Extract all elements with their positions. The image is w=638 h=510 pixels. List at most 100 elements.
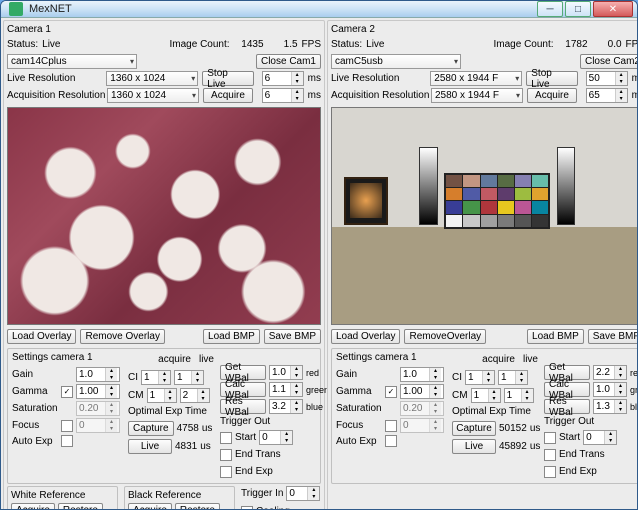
gain-spinner[interactable]: ▴▾ xyxy=(76,367,120,382)
image-count-value: 1435 xyxy=(234,39,264,50)
load-overlay-button[interactable]: Load Overlay xyxy=(331,329,400,344)
focus-checkbox[interactable] xyxy=(61,420,73,432)
camera2-settings: Settings camera 1 Gain ▴▾ Gamma ✓ ▴▾ Sat… xyxy=(331,348,638,484)
stop-live-button[interactable]: Stop Live xyxy=(202,71,253,86)
acquire-button[interactable]: Acquire xyxy=(527,88,577,103)
ci-spinner[interactable]: ▴▾ xyxy=(465,370,495,385)
br-restore-button[interactable]: Restore xyxy=(175,503,220,510)
save-bmp-button[interactable]: Save BMP xyxy=(264,329,321,344)
live-value: 4831 xyxy=(175,441,197,452)
live-header: live xyxy=(199,354,214,365)
capture-button[interactable]: Capture xyxy=(452,421,496,436)
focus-spinner[interactable]: ▴▾ xyxy=(76,418,120,433)
load-bmp-button[interactable]: Load BMP xyxy=(527,329,584,344)
titlebar[interactable]: MexNET ─ □ ✕ xyxy=(1,1,637,18)
acq-res-select[interactable]: 2580 x 1944 F xyxy=(431,88,523,103)
wbal-blue-spinner[interactable]: ▴▾ xyxy=(269,399,303,414)
live-res-select[interactable]: 2580 x 1944 F xyxy=(430,71,522,86)
saturation-label: Saturation xyxy=(336,403,382,414)
start-checkbox[interactable] xyxy=(220,432,232,444)
start-checkbox[interactable] xyxy=(544,432,556,444)
cm-spinner-2[interactable]: ▴▾ xyxy=(504,388,534,403)
close-cam-button[interactable]: Close Cam1 xyxy=(256,54,321,69)
br-acquire-button[interactable]: Acquire xyxy=(128,503,172,510)
start-spinner[interactable]: ▴▾ xyxy=(259,430,293,445)
gain-spinner[interactable]: ▴▾ xyxy=(400,367,444,382)
close-button[interactable]: ✕ xyxy=(593,1,633,17)
status-value: Live xyxy=(42,39,60,50)
wr-acquire-button[interactable]: Acquire xyxy=(11,503,55,510)
gamma-checkbox[interactable]: ✓ xyxy=(61,386,73,398)
capture-unit: us xyxy=(530,423,541,434)
camera2-preview xyxy=(331,107,638,325)
maximize-button[interactable]: □ xyxy=(565,1,591,17)
white-reference-group: White Reference Acquire Restore AcquireL… xyxy=(7,486,118,510)
opt-exp-label: Optimal Exp Time xyxy=(452,406,538,417)
autoexp-checkbox[interactable] xyxy=(61,435,73,447)
cm-label: CM xyxy=(452,390,468,401)
close-cam-button[interactable]: Close Cam2 xyxy=(580,54,638,69)
live-button[interactable]: Live xyxy=(128,439,172,454)
endtrans-checkbox[interactable] xyxy=(220,449,232,461)
live-res-select[interactable]: 1360 x 1024 xyxy=(106,71,198,86)
acq-ms-spinner[interactable]: ▴▾ xyxy=(262,88,304,103)
autoexp-checkbox[interactable] xyxy=(385,435,397,447)
remove-overlay-button[interactable]: RemoveOverlay xyxy=(404,329,486,344)
acq-res-select[interactable]: 1360 x 1024 xyxy=(107,88,199,103)
wbal-red-spinner[interactable]: ▴▾ xyxy=(269,365,303,380)
save-bmp-button[interactable]: Save BMP xyxy=(588,329,638,344)
wbal-blue-spinner[interactable]: ▴▾ xyxy=(593,399,627,414)
acq-ms-spinner[interactable]: ▴▾ xyxy=(586,88,628,103)
wbal-red-spinner[interactable]: ▴▾ xyxy=(593,365,627,380)
live-ms-spinner[interactable]: ▴▾ xyxy=(586,71,628,86)
acq-res-label: Acquisition Resolution xyxy=(331,90,427,101)
camera2-panel: Camera 2 Status: Live Image Count: 1782 … xyxy=(327,20,638,510)
cm-spinner[interactable]: ▴▾ xyxy=(471,388,501,403)
live-button[interactable]: Live xyxy=(452,439,496,454)
endexp-checkbox[interactable] xyxy=(220,466,232,478)
trigger-out-label: Trigger Out xyxy=(544,416,594,427)
load-bmp-button[interactable]: Load BMP xyxy=(203,329,260,344)
focus-spinner[interactable]: ▴▾ xyxy=(400,418,444,433)
endtrans-checkbox[interactable] xyxy=(544,449,556,461)
wbal-green-spinner[interactable]: ▴▾ xyxy=(593,382,627,397)
load-overlay-button[interactable]: Load Overlay xyxy=(7,329,76,344)
ci-spinner-2[interactable]: ▴▾ xyxy=(498,370,528,385)
red-label: red xyxy=(630,368,638,378)
stop-live-button[interactable]: Stop Live xyxy=(526,71,577,86)
acquire-button[interactable]: Acquire xyxy=(203,88,253,103)
saturation-spinner[interactable]: ▴▾ xyxy=(76,401,120,416)
saturation-spinner[interactable]: ▴▾ xyxy=(400,401,444,416)
focus-checkbox[interactable] xyxy=(385,420,397,432)
ci-spinner[interactable]: ▴▾ xyxy=(141,370,171,385)
cm-spinner[interactable]: ▴▾ xyxy=(147,388,177,403)
capture-button[interactable]: Capture xyxy=(128,421,174,436)
endexp-checkbox[interactable] xyxy=(544,466,556,478)
wbal-green-spinner[interactable]: ▴▾ xyxy=(269,382,303,397)
remove-overlay-button[interactable]: Remove Overlay xyxy=(80,329,164,344)
ci-spinner-2[interactable]: ▴▾ xyxy=(174,370,204,385)
status-label: Status: xyxy=(7,39,38,50)
fps-label: FPS xyxy=(626,39,638,50)
gamma-checkbox[interactable]: ✓ xyxy=(385,386,397,398)
wr-restore-button[interactable]: Restore xyxy=(58,503,103,510)
start-spinner[interactable]: ▴▾ xyxy=(583,430,617,445)
cm-spinner-2[interactable]: ▴▾ xyxy=(180,388,210,403)
window-title: MexNET xyxy=(29,3,535,15)
live-unit: us xyxy=(200,441,211,452)
res-wbal-button[interactable]: Res WBal xyxy=(220,399,266,414)
camera-select[interactable]: camC5usb xyxy=(331,54,461,69)
trigger-in-spinner[interactable]: ▴▾ xyxy=(286,486,320,501)
gamma-label: Gamma xyxy=(12,386,58,397)
trigger-in-label: Trigger In xyxy=(241,488,283,499)
camera-select[interactable]: cam14Cplus xyxy=(7,54,137,69)
live-ms-spinner[interactable]: ▴▾ xyxy=(262,71,304,86)
image-count-label: Image Count: xyxy=(494,39,554,50)
cooling-checkbox[interactable] xyxy=(241,506,253,510)
minimize-button[interactable]: ─ xyxy=(537,1,563,17)
color-checker xyxy=(444,173,550,229)
res-wbal-button[interactable]: Res WBal xyxy=(544,399,590,414)
gamma-spinner[interactable]: ▴▾ xyxy=(76,384,120,399)
opt-exp-label: Optimal Exp Time xyxy=(128,406,214,417)
gamma-spinner[interactable]: ▴▾ xyxy=(400,384,444,399)
